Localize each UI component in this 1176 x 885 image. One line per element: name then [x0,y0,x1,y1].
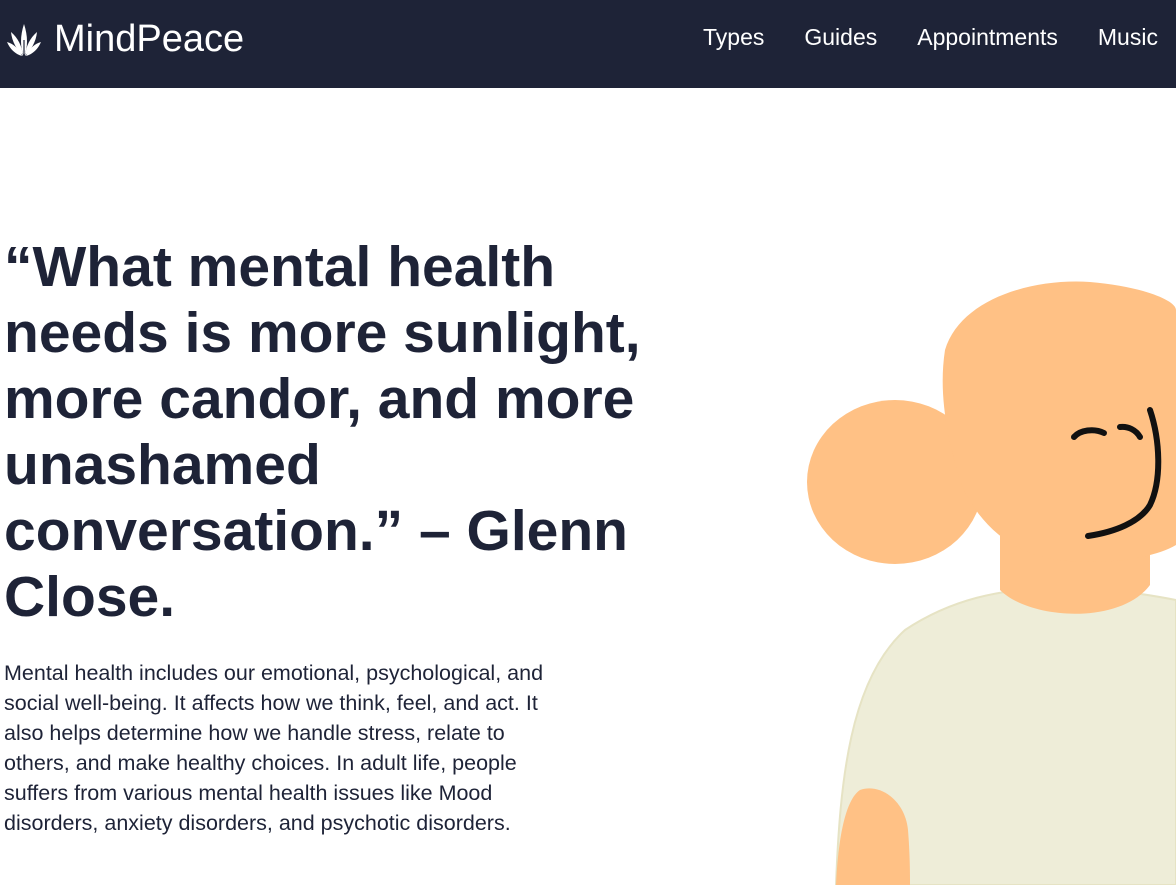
nav-link-music[interactable]: Music [1098,21,1158,53]
hero-quote: “What mental health needs is more sunlig… [4,235,641,629]
head-shape [942,281,1176,562]
nav-link-appointments[interactable]: Appointments [917,21,1058,53]
navbar: MindPeace Types Guides Appointments Musi… [0,0,1176,88]
nav-link-types[interactable]: Types [703,21,764,53]
person-illustration [807,281,1176,885]
brand-link[interactable]: MindPeace [6,14,244,64]
main-nav: Types Guides Appointments Music [703,21,1158,53]
hero-description: Mental health includes our emotional, ps… [4,661,544,835]
nav-link-guides[interactable]: Guides [804,21,877,53]
leaf-icon [7,24,41,57]
brand-name: MindPeace [54,18,245,60]
